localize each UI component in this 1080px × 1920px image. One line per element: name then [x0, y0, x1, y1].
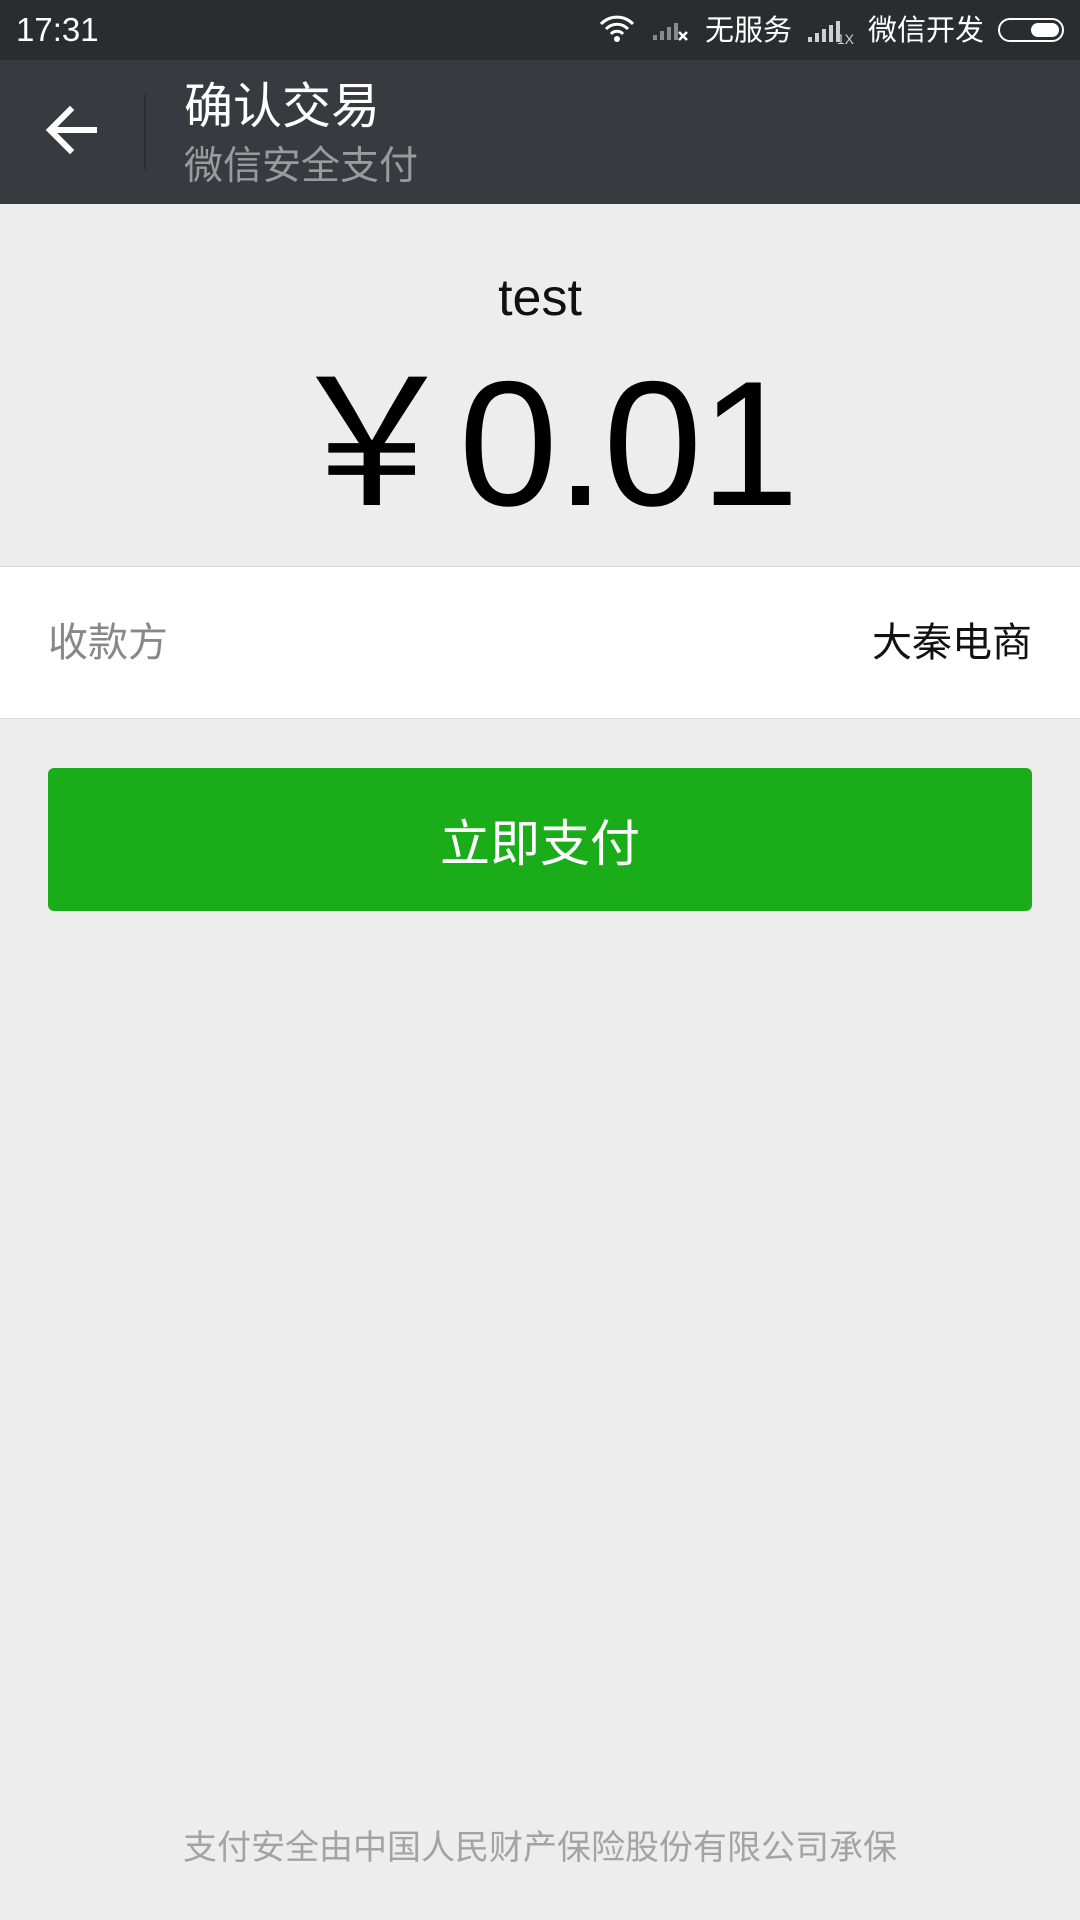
- signal-x-icon: [651, 13, 691, 47]
- status-indicators: 无服务 1X 微信开发: [597, 0, 1064, 60]
- payee-label: 收款方: [48, 620, 168, 666]
- page-subtitle: 微信安全支付: [184, 144, 419, 189]
- amount-section: test ￥0.01: [0, 204, 1080, 567]
- payee-name: 大秦电商: [872, 620, 1032, 666]
- battery-icon: [998, 18, 1064, 42]
- battery-level: [1031, 23, 1059, 37]
- back-button[interactable]: [24, 96, 120, 168]
- arrow-left-icon: [44, 104, 100, 160]
- payee-row: 收款方 大秦电商: [0, 567, 1080, 719]
- network-type-label: 1X: [836, 31, 854, 47]
- signal-icon: 1X: [806, 15, 854, 47]
- status-bar: 17:31 无服务 1X 微信开发: [0, 0, 1080, 60]
- payment-amount: ￥0.01: [282, 344, 799, 543]
- wifi-icon: [597, 13, 637, 47]
- page-title: 确认交易: [184, 78, 381, 135]
- pay-now-button[interactable]: 立即支付: [48, 768, 1032, 911]
- insurance-note: 支付安全由中国人民财产保险股份有限公司承保: [183, 1828, 897, 1868]
- status-time: 17:31: [16, 11, 99, 48]
- header-divider: [144, 94, 146, 170]
- no-service-text: 无服务: [704, 13, 792, 47]
- carrier-name: 微信开发: [867, 13, 984, 47]
- product-name: test: [498, 269, 582, 327]
- navigation-header: 确认交易 微信安全支付: [0, 60, 1080, 204]
